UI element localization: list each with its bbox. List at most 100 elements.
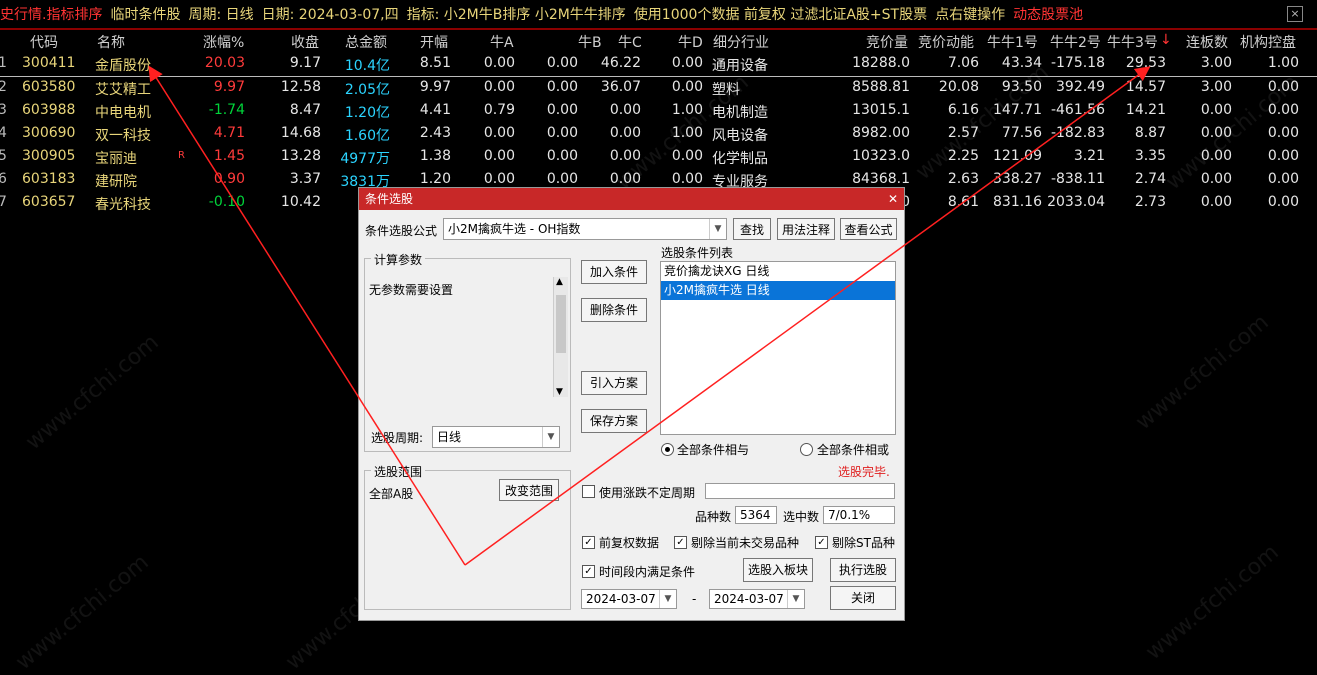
dialog-title-bar[interactable]: 条件选股 ✕ [359,188,904,210]
cell-c: 0.00 [609,102,641,118]
cell-jg: 0.00 [1267,148,1299,164]
run-select-button[interactable]: 执行选股 [830,558,896,582]
params-group: 计算参数 无参数需要设置 ▲ ▼ 选股周期: 日线 ▼ [364,251,571,452]
column-header[interactable]: 牛牛2号 [1050,32,1101,52]
to-block-button[interactable]: 选股入板块 [743,558,813,582]
find-button[interactable]: 查找 [733,218,771,240]
column-header[interactable]: 收盘 [291,32,319,52]
date-from-input[interactable]: 2024-03-07 ▼ [581,589,677,609]
cell-ind: 通用设备 [712,58,768,74]
change-range-button[interactable]: 改变范围 [499,479,559,501]
list-item[interactable]: 竞价擒龙诀XG 日线 [661,262,895,281]
cell-c: 0.00 [609,125,641,141]
column-header[interactable]: 牛牛3号 [1107,32,1158,52]
cell-n2: 2033.04 [1047,194,1105,210]
column-header[interactable]: 牛C [618,32,642,52]
add-condition-button[interactable]: 加入条件 [581,260,647,284]
exclude-st-checkbox[interactable]: ✓ [815,536,828,549]
close-icon[interactable]: × [1287,6,1303,22]
chevron-down-icon[interactable]: ▼ [556,387,563,397]
cell-code: 300411 [22,55,76,71]
column-header[interactable]: 牛A [490,32,514,52]
cell-vol: 84368.1 [852,171,910,187]
column-header[interactable]: 开幅 [420,32,448,52]
column-header[interactable]: 总金额 [345,32,387,52]
cell-d: 0.00 [671,171,703,187]
delete-condition-button[interactable]: 删除条件 [581,298,647,322]
cell-chg: -0.10 [208,194,245,210]
exclude-notrade-checkbox[interactable]: ✓ [674,536,687,549]
list-item[interactable]: 小2M擒疯牛选 日线 [661,281,895,300]
dialog-title: 条件选股 [365,192,414,206]
fq-checkbox[interactable]: ✓ [582,536,595,549]
table-row[interactable]: 2 603580 艾艾精工 9.97 12.58 2.05亿 9.97 0.00 0.00 36.… [0,77,1317,100]
row-index: 3 [0,102,7,118]
cell-open: 9.97 [419,79,451,95]
and-radio[interactable] [661,443,674,456]
cell-vol: 18288.0 [852,55,910,71]
params-scrollbar[interactable]: ▲ ▼ [553,277,568,397]
close-button[interactable]: 关闭 [830,586,896,610]
cell-close: 3.37 [289,171,321,187]
cell-lb: 0.00 [1200,194,1232,210]
usage-button[interactable]: 用法注释 [777,218,835,240]
table-row[interactable]: 1 300411 金盾股份 20.03 9.17 10.4亿 8.51 0.00 0.00 46.… [0,53,1317,77]
cell-a: 0.79 [483,102,515,118]
column-header[interactable]: 牛牛1号 [987,32,1038,52]
chevron-down-icon[interactable]: ▼ [659,590,676,608]
topbar-item: 历史行情.指标排序 [0,7,103,23]
formula-select[interactable]: 小2M擒疯牛选 - OH指数 ▼ [443,218,727,240]
condition-list[interactable]: 竞价擒龙诀XG 日线 小2M擒疯牛选 日线 [660,261,896,435]
column-header[interactable]: 名称 [97,32,125,52]
date-to-input[interactable]: 2024-03-07 ▼ [709,589,805,609]
cell-vol: 8982.00 [852,125,910,141]
cell-name: 春光科技 [95,197,151,213]
use-period-checkbox[interactable] [582,485,595,498]
column-header[interactable]: 细分行业 [713,32,769,52]
stock-pool-label[interactable]: 动态股票池 [1013,4,1083,24]
or-radio[interactable] [800,443,813,456]
view-formula-button[interactable]: 查看公式 [840,218,897,240]
table-row[interactable]: 3 603988 中电电机 -1.74 8.47 1.20亿 4.41 0.79 0.00 0.0… [0,100,1317,123]
cell-amt: 1.20亿 [344,105,390,121]
cell-open: 2.43 [419,125,451,141]
column-header[interactable]: 竞价动能 [918,32,974,52]
import-plan-button[interactable]: 引入方案 [581,371,647,395]
cell-ind: 风电设备 [712,128,768,144]
use-period-input[interactable] [705,483,895,499]
period-value: 日线 [437,430,462,444]
cell-name: 宝丽迪 [95,151,137,167]
cell-lb: 0.00 [1200,102,1232,118]
column-header[interactable]: 代码 [30,32,58,52]
chevron-up-icon[interactable]: ▲ [556,277,563,287]
column-header[interactable]: 涨幅% [203,32,244,52]
column-header[interactable]: 机构控盘 [1240,32,1296,52]
close-icon[interactable]: ✕ [886,192,900,206]
in-period-checkbox[interactable]: ✓ [582,565,595,578]
row-index: 1 [0,55,7,71]
cell-n2: 392.49 [1056,79,1105,95]
cell-vol: 13015.1 [852,102,910,118]
chevron-down-icon[interactable]: ▼ [787,590,804,608]
column-header[interactable]: 连板数 [1186,32,1228,52]
chevron-down-icon[interactable]: ▼ [542,427,559,447]
condition-list-label: 选股条件列表 [661,246,734,260]
period-label: 选股周期: [371,431,424,445]
row-index: 4 [0,125,7,141]
sort-arrow-icon: ↓ [1160,32,1172,48]
column-header[interactable]: 牛D [678,32,703,52]
period-select[interactable]: 日线 ▼ [432,426,560,448]
cell-n3: 8.87 [1134,125,1166,141]
column-header[interactable]: 竞价量 [866,32,908,52]
save-plan-button[interactable]: 保存方案 [581,409,647,433]
topbar-item: 点右键操作 [935,7,1006,23]
condition-select-dialog: 条件选股 ✕ 条件选股公式 小2M擒疯牛选 - OH指数 ▼ 查找 用法注释 查… [358,187,905,621]
watermark: www.cfchi.com [11,549,154,675]
column-header[interactable]: 牛B [578,32,602,52]
cell-chg: 20.03 [204,55,245,71]
scroll-thumb[interactable] [556,295,566,353]
chevron-down-icon[interactable]: ▼ [709,219,726,239]
cell-n3: 2.74 [1134,171,1166,187]
cell-n2: -461.56 [1050,102,1105,118]
cell-open: 1.20 [419,171,451,187]
